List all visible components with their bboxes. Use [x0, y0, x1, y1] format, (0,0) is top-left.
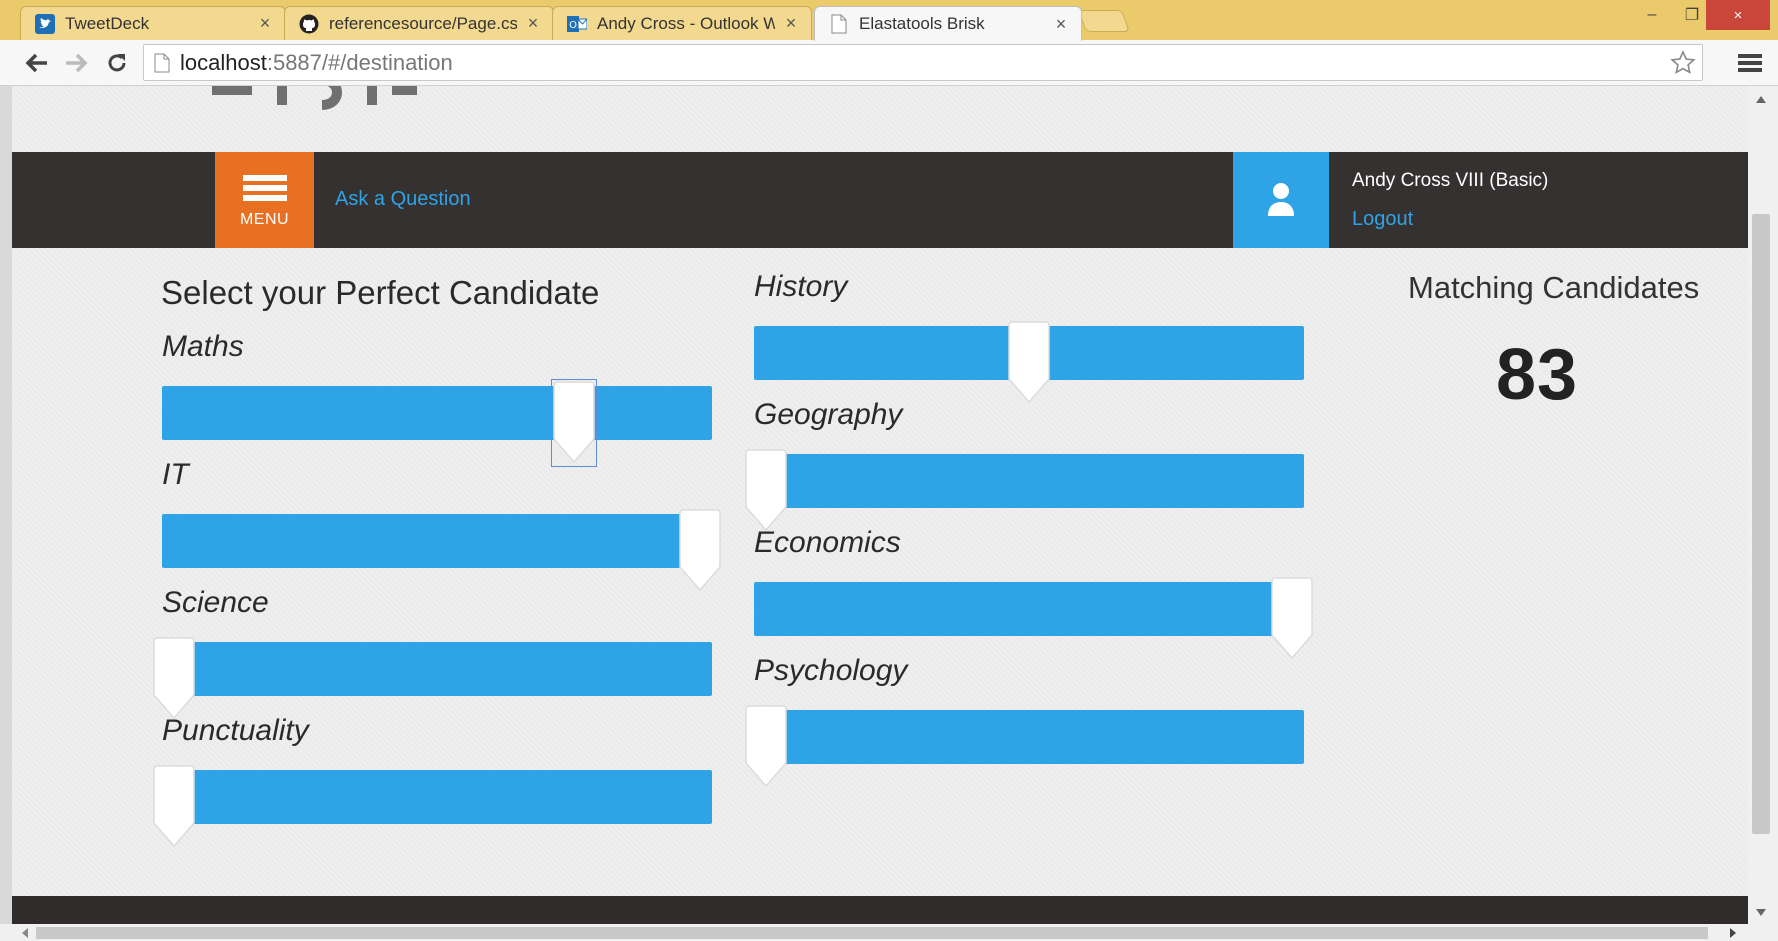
outlook-icon: O — [567, 14, 587, 34]
page-icon — [154, 53, 170, 72]
slider-label-it: IT — [162, 458, 189, 491]
arrow-right-icon — [66, 53, 88, 73]
browser-tab-elastatools[interactable]: Elastatools Brisk × — [814, 6, 1082, 41]
slider-handle-it[interactable] — [678, 508, 722, 594]
cropped-logo — [202, 86, 422, 139]
slider-label-psychology: Psychology — [754, 654, 908, 687]
url-host: localhost — [180, 49, 267, 75]
github-icon — [299, 14, 319, 34]
slider-track-economics[interactable] — [754, 582, 1304, 636]
slider-handle-geography[interactable] — [744, 448, 788, 534]
logout-link[interactable]: Logout — [1352, 208, 1413, 231]
logo-fragment — [212, 86, 417, 110]
slider-handle-psychology[interactable] — [744, 704, 788, 790]
bookmark-star-icon[interactable] — [1670, 50, 1696, 76]
ask-question-link[interactable]: Ask a Question — [335, 188, 471, 211]
slider-handle-punctuality[interactable] — [152, 764, 196, 850]
browser-tab-strip: TweetDeck × referencesource/Page.cs at ×… — [0, 0, 1778, 41]
user-name: Andy Cross VIII (Basic) — [1352, 170, 1549, 191]
slider-track-psychology[interactable] — [754, 710, 1304, 764]
url-path: :5887/#/destination — [266, 49, 453, 75]
browser-tab-tweetdeck[interactable]: TweetDeck × — [20, 6, 286, 40]
address-bar[interactable]: localhost:5887/#/destination — [143, 44, 1703, 81]
matching-candidates-title: Matching Candidates — [1408, 270, 1700, 305]
horizontal-scroll-thumb[interactable] — [36, 927, 1708, 939]
close-tab-icon[interactable]: × — [1053, 14, 1069, 35]
scroll-down-icon[interactable] — [1756, 909, 1766, 916]
page-footer — [12, 896, 1748, 924]
window-frame-left — [0, 86, 12, 941]
reload-icon — [108, 54, 126, 72]
vertical-scrollbar[interactable] — [1748, 86, 1778, 924]
close-tab-icon[interactable]: × — [257, 13, 273, 34]
app-header: MENU Ask a Question Andy Cross VIII (Bas… — [12, 152, 1748, 248]
page-viewport: MENU Ask a Question Andy Cross VIII (Bas… — [12, 86, 1748, 924]
slider-track-geography[interactable] — [754, 454, 1304, 508]
slider-label-punctuality: Punctuality — [162, 714, 309, 747]
page-title: Select your Perfect Candidate — [161, 274, 600, 311]
close-window-button[interactable]: × — [1706, 0, 1770, 30]
forward-button[interactable] — [61, 48, 91, 78]
slider-label-history: History — [754, 270, 848, 303]
slider-label-maths: Maths — [162, 330, 244, 363]
reload-button[interactable] — [102, 48, 132, 78]
slider-track-punctuality[interactable] — [162, 770, 712, 824]
svg-text:O: O — [569, 20, 577, 31]
slider-handle-maths[interactable] — [550, 379, 597, 467]
browser-tab-referencesource[interactable]: referencesource/Page.cs at × — [284, 6, 554, 40]
browser-menu-icon[interactable] — [1738, 52, 1762, 74]
arrow-left-icon — [25, 53, 47, 73]
slider-track-maths[interactable] — [162, 386, 712, 440]
minimize-window-button[interactable]: – — [1632, 0, 1672, 30]
slider-handle-economics[interactable] — [1270, 576, 1314, 662]
close-tab-icon[interactable]: × — [525, 13, 541, 34]
slider-label-economics: Economics — [754, 526, 901, 559]
page-icon — [829, 14, 849, 34]
browser-tab-outlook[interactable]: O Andy Cross - Outlook Web × — [552, 6, 812, 40]
new-tab-button[interactable] — [1077, 10, 1131, 32]
menu-label: MENU — [239, 211, 290, 228]
slider-label-science: Science — [162, 586, 269, 619]
horizontal-scrollbar[interactable] — [0, 924, 1778, 941]
twitter-icon — [35, 13, 55, 34]
slider-track-it[interactable] — [162, 514, 712, 568]
matching-candidates-count: 83 — [1496, 335, 1579, 415]
slider-track-science[interactable] — [162, 642, 712, 696]
user-avatar-button[interactable] — [1233, 152, 1329, 248]
slider-label-geography: Geography — [754, 398, 903, 431]
user-icon — [1268, 183, 1294, 216]
slider-handle-history[interactable] — [1007, 320, 1051, 406]
hamburger-icon — [242, 171, 287, 205]
browser-toolbar: localhost:5887/#/destination — [0, 40, 1778, 86]
close-tab-icon[interactable]: × — [783, 13, 799, 34]
menu-button[interactable]: MENU — [215, 152, 314, 248]
back-button[interactable] — [22, 48, 52, 78]
scroll-up-icon[interactable] — [1756, 96, 1766, 103]
scroll-right-icon[interactable] — [1730, 928, 1736, 938]
slider-handle-science[interactable] — [152, 636, 196, 722]
vertical-scroll-thumb[interactable] — [1752, 214, 1770, 834]
scroll-left-icon[interactable] — [22, 928, 28, 938]
